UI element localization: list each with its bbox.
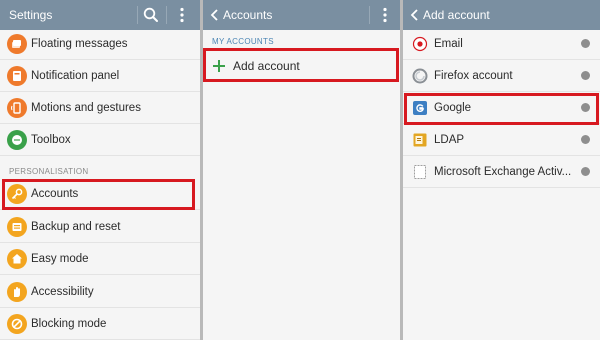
app-bar-divider: [369, 6, 370, 24]
accounts-app-bar: Accounts: [203, 0, 400, 30]
ldap-icon: [413, 133, 427, 147]
google-highlight-box: [404, 93, 599, 125]
app-bar-divider: [137, 6, 138, 24]
account-type-email[interactable]: Email: [403, 28, 600, 60]
email-icon: [412, 36, 428, 52]
settings-item-label: Notification panel: [31, 70, 120, 82]
floating-messages-icon: [7, 34, 27, 54]
toolbox-icon: [7, 130, 27, 150]
account-type-label: Email: [434, 38, 463, 50]
add-account-panel: Add account Email Firefox account Google: [403, 0, 600, 340]
settings-item-motions-gestures[interactable]: Motions and gestures: [0, 92, 200, 124]
notification-panel-icon: [7, 66, 27, 86]
settings-item-label: Toolbox: [31, 134, 71, 146]
hand-icon: [7, 282, 27, 302]
settings-item-blocking-mode[interactable]: Blocking mode: [0, 308, 200, 340]
accounts-highlight-box: [2, 179, 195, 210]
settings-item-label: Blocking mode: [31, 318, 107, 330]
search-icon[interactable]: [141, 5, 161, 25]
account-type-label: Firefox account: [434, 70, 513, 82]
back-arrow-icon[interactable]: [410, 8, 420, 22]
settings-item-backup-reset[interactable]: Backup and reset: [0, 211, 200, 243]
app-bar-divider: [166, 6, 167, 24]
more-options-icon[interactable]: [375, 5, 395, 25]
exchange-icon: [414, 165, 426, 179]
section-header-personalisation: PERSONALISATION: [9, 167, 89, 176]
firefox-icon: [412, 68, 428, 84]
status-dot: [581, 71, 590, 80]
add-account-title: Add account: [423, 8, 490, 22]
settings-item-label: Backup and reset: [31, 221, 121, 233]
status-dot: [581, 167, 590, 176]
account-type-exchange[interactable]: Microsoft Exchange Activ...: [403, 156, 600, 188]
add-account-app-bar: Add account: [403, 0, 600, 30]
account-type-ldap[interactable]: LDAP: [403, 124, 600, 156]
settings-item-notification-panel[interactable]: Notification panel: [0, 60, 200, 92]
settings-app-bar: Settings: [0, 0, 200, 30]
settings-item-label: Easy mode: [31, 253, 89, 265]
settings-panel: Settings Floating messages Notification …: [0, 0, 200, 340]
account-type-label: LDAP: [434, 134, 465, 146]
settings-item-label: Motions and gestures: [31, 102, 141, 114]
blocking-icon: [7, 314, 27, 334]
backup-icon: [7, 217, 27, 237]
settings-item-easy-mode[interactable]: Easy mode: [0, 243, 200, 275]
back-arrow-icon[interactable]: [210, 8, 220, 22]
section-header-my-accounts: MY ACCOUNTS: [212, 37, 274, 46]
status-dot: [581, 39, 590, 48]
settings-item-floating-messages[interactable]: Floating messages: [0, 28, 200, 60]
accounts-title: Accounts: [223, 8, 273, 22]
home-icon: [7, 249, 27, 269]
status-dot: [581, 135, 590, 144]
add-account-highlight-box: [203, 48, 399, 82]
account-type-firefox[interactable]: Firefox account: [403, 60, 600, 92]
settings-item-label: Floating messages: [31, 38, 128, 50]
settings-title: Settings: [9, 8, 53, 22]
accounts-panel: Accounts MY ACCOUNTS Add account: [203, 0, 400, 340]
settings-item-accessibility[interactable]: Accessibility: [0, 276, 200, 308]
motions-gestures-icon: [7, 98, 27, 118]
settings-item-toolbox[interactable]: Toolbox: [0, 124, 200, 156]
account-type-label: Microsoft Exchange Activ...: [434, 166, 572, 178]
more-options-icon[interactable]: [172, 5, 192, 25]
settings-item-label: Accessibility: [31, 286, 94, 298]
